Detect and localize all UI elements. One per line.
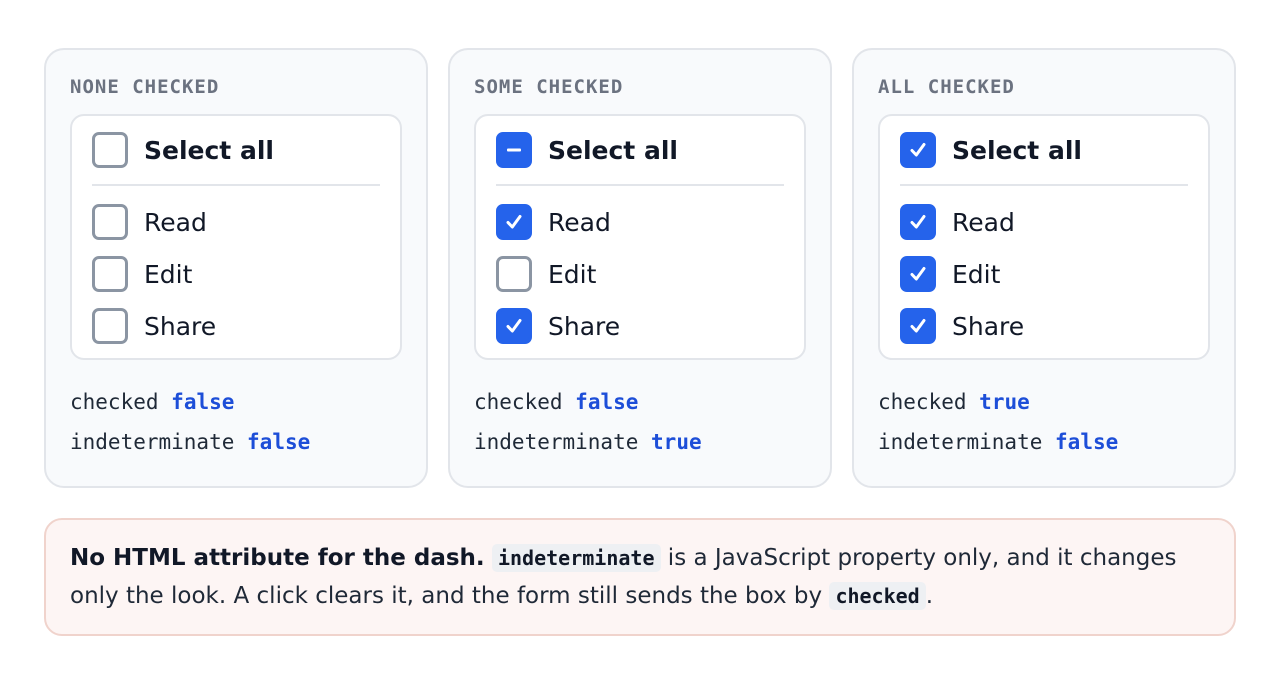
card-some-checked: SOME CHECKED Select all Read Edit Share … (448, 48, 832, 488)
code-indeterminate: indeterminate (491, 544, 661, 572)
share-checkbox[interactable] (900, 308, 936, 344)
property-readout: checked true indeterminate false (878, 382, 1118, 462)
option-row-edit[interactable]: Edit (496, 248, 784, 300)
read-checkbox[interactable] (92, 204, 128, 240)
select-all-row[interactable]: Select all (92, 116, 380, 186)
checked-value: false (575, 390, 639, 414)
property-readout: checked false indeterminate true (474, 382, 702, 462)
indeterminate-value: false (247, 430, 311, 454)
option-row-share[interactable]: Share (496, 300, 784, 352)
option-label: Edit (548, 259, 597, 289)
option-label: Edit (144, 259, 193, 289)
option-label: Read (952, 207, 1015, 237)
select-all-checkbox[interactable] (496, 132, 532, 168)
edit-checkbox[interactable] (92, 256, 128, 292)
checked-property: checked false (474, 390, 639, 414)
checkmark-icon (506, 215, 522, 229)
edit-checkbox[interactable] (900, 256, 936, 292)
checkmark-icon (910, 215, 926, 229)
option-label: Read (548, 207, 611, 237)
option-row-read[interactable]: Read (496, 196, 784, 248)
option-row-share[interactable]: Share (92, 300, 380, 352)
indeterminate-value: false (1055, 430, 1119, 454)
share-checkbox[interactable] (496, 308, 532, 344)
select-all-row[interactable]: Select all (496, 116, 784, 186)
option-row-edit[interactable]: Edit (92, 248, 380, 300)
select-all-row[interactable]: Select all (900, 116, 1188, 186)
property-readout: checked false indeterminate false (70, 382, 310, 462)
cards-row: NONE CHECKED Select all Read Edit Share (44, 48, 1236, 488)
checkmark-icon (910, 319, 926, 333)
option-row-read[interactable]: Read (900, 196, 1188, 248)
card-title: ALL CHECKED (878, 76, 1015, 98)
indeterminate-property: indeterminate false (70, 430, 311, 454)
checked-value: true (979, 390, 1030, 414)
option-row-share[interactable]: Share (900, 300, 1188, 352)
card-all-checked: ALL CHECKED Select all Read Edit Share c… (852, 48, 1236, 488)
checkmark-icon (910, 267, 926, 281)
checkbox-group: Select all Read Edit Share (70, 114, 402, 360)
note-end: . (925, 583, 934, 609)
checkmark-icon (506, 319, 522, 333)
select-all-label: Select all (144, 135, 274, 165)
option-label: Share (952, 311, 1025, 341)
select-all-label: Select all (548, 135, 678, 165)
dash-icon (507, 148, 521, 152)
card-none-checked: NONE CHECKED Select all Read Edit Share (44, 48, 428, 488)
checkbox-group: Select all Read Edit Share (474, 114, 806, 360)
select-all-checkbox[interactable] (900, 132, 936, 168)
option-label: Share (144, 311, 217, 341)
code-checked: checked (829, 582, 926, 610)
select-all-label: Select all (952, 135, 1082, 165)
select-all-checkbox[interactable] (92, 132, 128, 168)
option-label: Share (548, 311, 621, 341)
option-row-edit[interactable]: Edit (900, 248, 1188, 300)
checkmark-icon (910, 143, 926, 157)
read-checkbox[interactable] (900, 204, 936, 240)
card-title: SOME CHECKED (474, 76, 624, 98)
share-checkbox[interactable] (92, 308, 128, 344)
option-row-read[interactable]: Read (92, 196, 380, 248)
card-title: NONE CHECKED (70, 76, 220, 98)
note-lead: No HTML attribute for the dash. (70, 545, 485, 571)
read-checkbox[interactable] (496, 204, 532, 240)
option-label: Edit (952, 259, 1001, 289)
checked-property: checked false (70, 390, 235, 414)
checked-value: false (171, 390, 235, 414)
info-note: No HTML attribute for the dash. indeterm… (44, 518, 1236, 636)
checked-property: checked true (878, 390, 1030, 414)
indeterminate-property: indeterminate true (474, 430, 702, 454)
indeterminate-value: true (651, 430, 702, 454)
checkbox-group: Select all Read Edit Share (878, 114, 1210, 360)
edit-checkbox[interactable] (496, 256, 532, 292)
indeterminate-property: indeterminate false (878, 430, 1119, 454)
option-label: Read (144, 207, 207, 237)
page: NONE CHECKED Select all Read Edit Share (44, 48, 1236, 636)
